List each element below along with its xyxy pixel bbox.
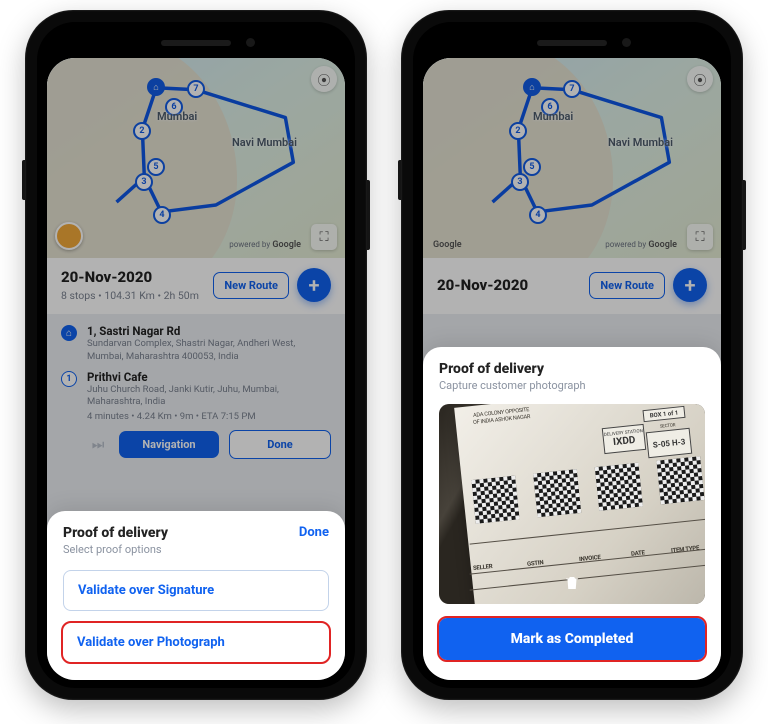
receipt-sector: S-05H-3 [646,428,692,458]
stop-meta: 4 minutes • 4.24 Km • 9m • ETA 7:15 PM [87,411,331,424]
map-marker-3[interactable]: 3 [511,173,529,191]
map[interactable]: ⌂ 7 6 2 5 3 4 Mumbai Navi Mumbai ⦿ ⛶ Goo… [423,58,721,258]
mark-completed-button[interactable]: Mark as Completed [439,618,705,660]
route-summary: 8 stops • 104.31 Km • 2h 50m [61,289,199,302]
sheet-sub: Capture customer photograph [439,379,705,392]
plus-icon: + [309,273,320,297]
delete-photo-icon[interactable] [563,574,581,596]
validate-photograph-button[interactable]: Validate over Photograph [63,623,329,662]
locate-icon[interactable]: ⦿ [311,66,337,92]
map-marker-3[interactable]: 3 [135,173,153,191]
home-icon: ⌂ [61,325,77,341]
qrcode-icon [656,456,704,504]
map-marker-2[interactable]: 2 [133,122,151,140]
map-city-label: Navi Mumbai [232,136,297,149]
map-attribution: Google [433,240,462,250]
map-marker-4[interactable]: 4 [153,206,171,224]
receipt-header: DATE [631,549,645,557]
add-button[interactable]: + [673,268,707,302]
map-marker-5[interactable]: 5 [147,158,165,176]
add-button[interactable]: + [297,268,331,302]
map[interactable]: ⌂ 7 6 2 5 3 4 Mumbai Navi Mumbai ⦿ ⛶ pow… [47,58,345,258]
map-marker-7[interactable]: 7 [187,80,205,98]
map-marker-7[interactable]: 7 [563,80,581,98]
map-city-label: Mumbai [157,110,197,123]
map-attribution: powered by Google [605,240,677,250]
sheet-done-button[interactable]: Done [299,525,329,540]
map-marker-5[interactable]: 5 [523,158,541,176]
map-marker-4[interactable]: 4 [529,206,547,224]
qrcode-icon [595,463,643,511]
skip-icon[interactable]: ⏭ [87,437,109,453]
qrcode-icon [471,476,519,524]
captured-photo[interactable]: ADA COLONY OPPOSITE OF INDIA ASHOK NAGAR… [439,404,705,604]
receipt-station: DELIVERY STATIONIXDD [602,424,646,454]
proof-capture-sheet: Proof of delivery Capture customer photo… [423,347,721,680]
fullscreen-icon[interactable]: ⛶ [311,224,337,250]
stop-address: Juhu Church Road, Janki Kutir, Juhu, Mum… [87,384,331,410]
driver-chip-icon[interactable] [55,222,83,250]
navigation-button[interactable]: Navigation [119,431,219,458]
sheet-sub: Select proof options [63,543,168,556]
map-attribution: powered by Google [229,240,301,250]
locate-icon[interactable]: ⦿ [687,66,713,92]
qrcode-icon [533,469,581,517]
new-route-button[interactable]: New Route [589,272,665,299]
map-city-label: Navi Mumbai [608,136,673,149]
new-route-button[interactable]: New Route [213,272,289,299]
stop-index: 1 [61,371,77,387]
fullscreen-icon[interactable]: ⛶ [687,224,713,250]
map-marker-home[interactable]: ⌂ [147,78,165,96]
proof-sheet: Proof of delivery Select proof options D… [47,511,345,680]
stop-done-button[interactable]: Done [229,430,331,459]
validate-signature-button[interactable]: Validate over Signature [63,570,329,611]
plus-icon: + [685,273,696,297]
map-city-label: Mumbai [533,110,573,123]
stop-title: 1, Sastri Nagar Rd [87,324,331,338]
stop-title: Prithvi Cafe [87,370,331,384]
sheet-title: Proof of delivery [63,525,168,541]
route-date: 20-Nov-2020 [437,276,528,294]
map-marker-2[interactable]: 2 [509,122,527,140]
sheet-title: Proof of delivery [439,361,705,377]
route-date: 20-Nov-2020 [61,268,199,286]
map-marker-home[interactable]: ⌂ [523,78,541,96]
stop-address: Sundarvan Complex, Shastri Nagar, Andher… [87,338,331,364]
